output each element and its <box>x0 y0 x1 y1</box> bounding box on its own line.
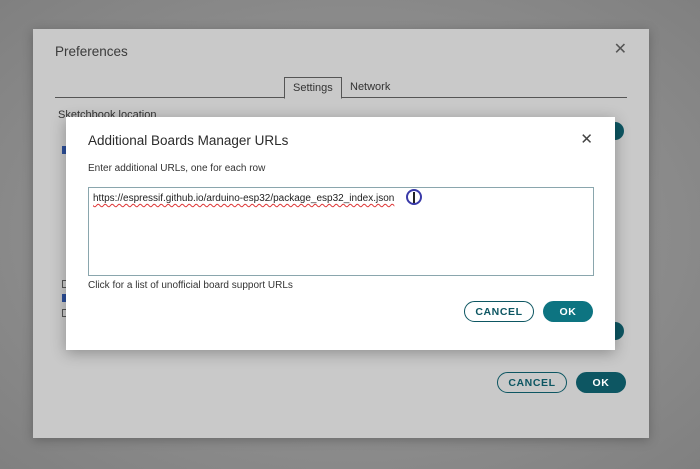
unofficial-urls-link[interactable]: Click for a list of unofficial board sup… <box>88 280 293 291</box>
dialog-instructions: Enter additional URLs, one for each row <box>88 163 266 174</box>
text-cursor-icon <box>406 189 422 205</box>
urls-textarea[interactable]: https://espressif.github.io/arduino-esp3… <box>88 187 594 276</box>
close-icon[interactable]: ✕ <box>614 42 627 58</box>
tab-settings[interactable]: Settings <box>284 77 342 99</box>
close-icon[interactable]: ✕ <box>580 132 593 147</box>
preferences-title: Preferences <box>55 44 128 59</box>
url-entry: https://espressif.github.io/arduino-esp3… <box>93 193 395 204</box>
additional-boards-urls-dialog: Additional Boards Manager URLs ✕ Enter a… <box>66 117 615 350</box>
tab-network[interactable]: Network <box>342 77 398 98</box>
preferences-cancel-button[interactable]: CANCEL <box>497 372 567 393</box>
cancel-button[interactable]: CANCEL <box>464 301 534 322</box>
dialog-title: Additional Boards Manager URLs <box>88 133 289 148</box>
ok-button[interactable]: OK <box>543 301 593 322</box>
preferences-ok-button[interactable]: OK <box>576 372 626 393</box>
preferences-tabs: Settings Network <box>55 77 627 99</box>
